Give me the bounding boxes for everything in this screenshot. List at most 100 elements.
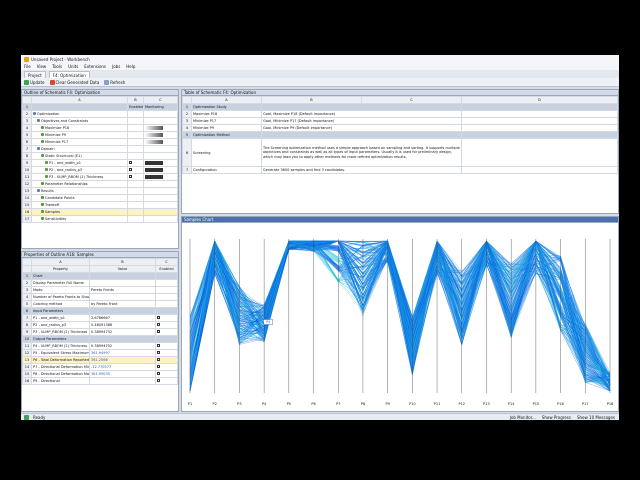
- outline-row[interactable]: 5 Minimize P9: [22, 131, 178, 139]
- tab-optimization[interactable]: F4: Optimization: [48, 70, 90, 78]
- outline-label: [31, 103, 128, 111]
- menu-jobs[interactable]: Jobs: [112, 64, 120, 69]
- property-row[interactable]: 13P6 - Total Deformation Reported Freque…: [22, 356, 178, 364]
- outline-label: Minimize P17: [31, 138, 128, 146]
- enabled-checkbox[interactable]: [129, 175, 132, 178]
- tab-project[interactable]: Project: [24, 70, 46, 78]
- enabled-checkbox[interactable]: [157, 379, 160, 382]
- table-header-row: A B C D: [182, 96, 618, 104]
- property-value[interactable]: 0.46091388: [89, 321, 156, 329]
- menu-extensions[interactable]: Extensions: [84, 64, 106, 69]
- enabled-checkbox[interactable]: [129, 161, 132, 164]
- property-name: Display Parameter Full Name: [31, 279, 90, 287]
- menu-help[interactable]: Help: [126, 64, 135, 69]
- row-number: 1: [22, 103, 32, 111]
- property-row[interactable]: 7 P1 - ane_width_p1 2.6786667: [22, 314, 178, 322]
- menu-units[interactable]: Units: [68, 64, 78, 69]
- outline-row[interactable]: 8 Static Structural (E1): [22, 152, 178, 160]
- property-value[interactable]: [89, 279, 156, 287]
- menu-view[interactable]: View: [37, 64, 47, 69]
- outline-row[interactable]: 2 Optimization: [22, 110, 178, 118]
- property-value[interactable]: Pareto Fronts: [89, 286, 156, 294]
- property-row[interactable]: 12 P5 - Equivalent Stress Maximum 361.9499…: [22, 349, 178, 357]
- outline-row[interactable]: 12 Parameter Relationships: [22, 180, 178, 188]
- tree-node-icon: [41, 182, 44, 185]
- property-value[interactable]: 0.38994752: [89, 342, 156, 350]
- property-value[interactable]: 361.94997: [89, 349, 156, 357]
- enabled-checkbox[interactable]: [157, 344, 160, 347]
- property-value[interactable]: [89, 272, 156, 280]
- refresh-button[interactable]: Refresh: [104, 79, 125, 85]
- outline-row[interactable]: 9 P1 - ane_width_p1: [22, 159, 178, 167]
- property-row[interactable]: 3 Mode Pareto Fronts: [22, 286, 178, 294]
- outline-row[interactable]: 11 P3 - ULMP_RBOM (2) Thickness: [22, 173, 178, 181]
- property-value[interactable]: by Pareto Front: [89, 300, 156, 308]
- outline-enabled[interactable]: [127, 166, 144, 174]
- property-row[interactable]: 16 P9 - Directional: [22, 377, 178, 385]
- property-section[interactable]: 6 Input Parameters: [22, 307, 178, 315]
- property-value[interactable]: 361.95035: [89, 370, 156, 378]
- property-row[interactable]: 8 P2 - ane_radius_p3 0.46091388: [22, 321, 178, 329]
- outline-row[interactable]: 3 Objectives and Constraints: [22, 117, 178, 125]
- property-value[interactable]: [89, 377, 156, 385]
- enabled-checkbox[interactable]: [157, 316, 160, 319]
- outline-enabled[interactable]: [127, 159, 144, 167]
- enabled-checkbox[interactable]: [157, 323, 160, 326]
- property-row[interactable]: 9 P3 - ULMP_RBOM (2) Thickness 0.38994752: [22, 328, 178, 336]
- outline-enabled: [127, 208, 144, 216]
- property-section[interactable]: 10 Output Parameters: [22, 335, 178, 343]
- outline-item-text: Objectives and Constraints: [41, 119, 89, 123]
- outline-row[interactable]: 7 Domain: [22, 145, 178, 153]
- outline-enabled[interactable]: [127, 173, 144, 181]
- property-enabled: [155, 293, 178, 301]
- outline-row[interactable]: 16 Samples: [22, 208, 178, 216]
- property-value[interactable]: 361.2566: [89, 356, 156, 364]
- outline-row[interactable]: 15 Tradeoff: [22, 201, 178, 209]
- app-icon: [24, 56, 29, 62]
- enabled-checkbox[interactable]: [157, 372, 160, 375]
- axis-label: P18: [607, 402, 614, 406]
- parallel-coordinates-chart[interactable]: P1 P2 P3 P4 P5 P6 P7 P8 P9 P10 P11 P12 P13 P14 P15 P16 P…: [182, 223, 618, 411]
- enabled-checkbox[interactable]: [157, 351, 160, 354]
- property-value[interactable]: [89, 293, 156, 301]
- job-monitor-link[interactable]: Job Monitor...: [510, 415, 536, 420]
- property-row[interactable]: 11 P4 - ULMP_RBOM (2) Thickness 0.38994752: [22, 342, 178, 350]
- enabled-checkbox[interactable]: [157, 358, 160, 361]
- table-cell-b: Goal, Minimize P17 (Default importance): [261, 117, 462, 125]
- property-value[interactable]: 0.38994752: [89, 328, 156, 336]
- property-name: P7 - Directional Deformation Minimum: [31, 363, 90, 371]
- clear-generated-data-button[interactable]: Clear Generated Data: [49, 79, 99, 85]
- table-cell-b: Generate 3600 samples and find 3 candida…: [261, 166, 462, 174]
- show-progress-link[interactable]: Show Progress: [542, 415, 571, 420]
- property-row[interactable]: 2 Display Parameter Full Name: [22, 279, 178, 287]
- enabled-checkbox[interactable]: [157, 365, 160, 368]
- outline-row[interactable]: 17 Sensitivities: [22, 215, 178, 223]
- property-row[interactable]: 4 Number of Pareto Fronts to Show: [22, 293, 178, 301]
- menu-tools[interactable]: Tools: [52, 64, 62, 69]
- outline-item-text: Static Structural (E1): [45, 154, 82, 158]
- property-value[interactable]: [89, 335, 156, 343]
- row-number: 7: [182, 166, 192, 174]
- outline-row[interactable]: 13 Results: [22, 187, 178, 195]
- property-value[interactable]: 2.6786667: [89, 314, 156, 322]
- row-number: 17: [22, 215, 32, 223]
- property-name: Coloring method: [31, 300, 90, 308]
- update-button[interactable]: Update: [24, 79, 45, 85]
- menu-file[interactable]: File: [24, 64, 31, 69]
- property-section[interactable]: 1 Chart: [22, 272, 178, 280]
- outline-row[interactable]: 6 Minimize P17: [22, 138, 178, 146]
- property-value[interactable]: -12.770577: [89, 363, 156, 371]
- messages-link[interactable]: Show 10 Messages: [577, 415, 615, 420]
- row-number: 5: [22, 131, 32, 139]
- outline-row[interactable]: 4 Maximize P18: [22, 124, 178, 132]
- property-row[interactable]: 5 Coloring method by Pareto Front: [22, 300, 178, 308]
- enabled-checkbox[interactable]: [157, 330, 160, 333]
- outline-row[interactable]: 1 Enabled Monitoring: [22, 103, 178, 111]
- property-row[interactable]: 15P8 - Directional Deformation Maximum36…: [22, 370, 178, 378]
- outline-row[interactable]: 10 P2 - ane_radius_p3: [22, 166, 178, 174]
- property-row[interactable]: 14P7 - Directional Deformation Minimum-1…: [22, 363, 178, 371]
- property-value[interactable]: [89, 307, 156, 315]
- outline-item-text: Minimize P9: [45, 133, 67, 137]
- enabled-checkbox[interactable]: [129, 168, 132, 171]
- outline-row[interactable]: 14 Candidate Points: [22, 194, 178, 202]
